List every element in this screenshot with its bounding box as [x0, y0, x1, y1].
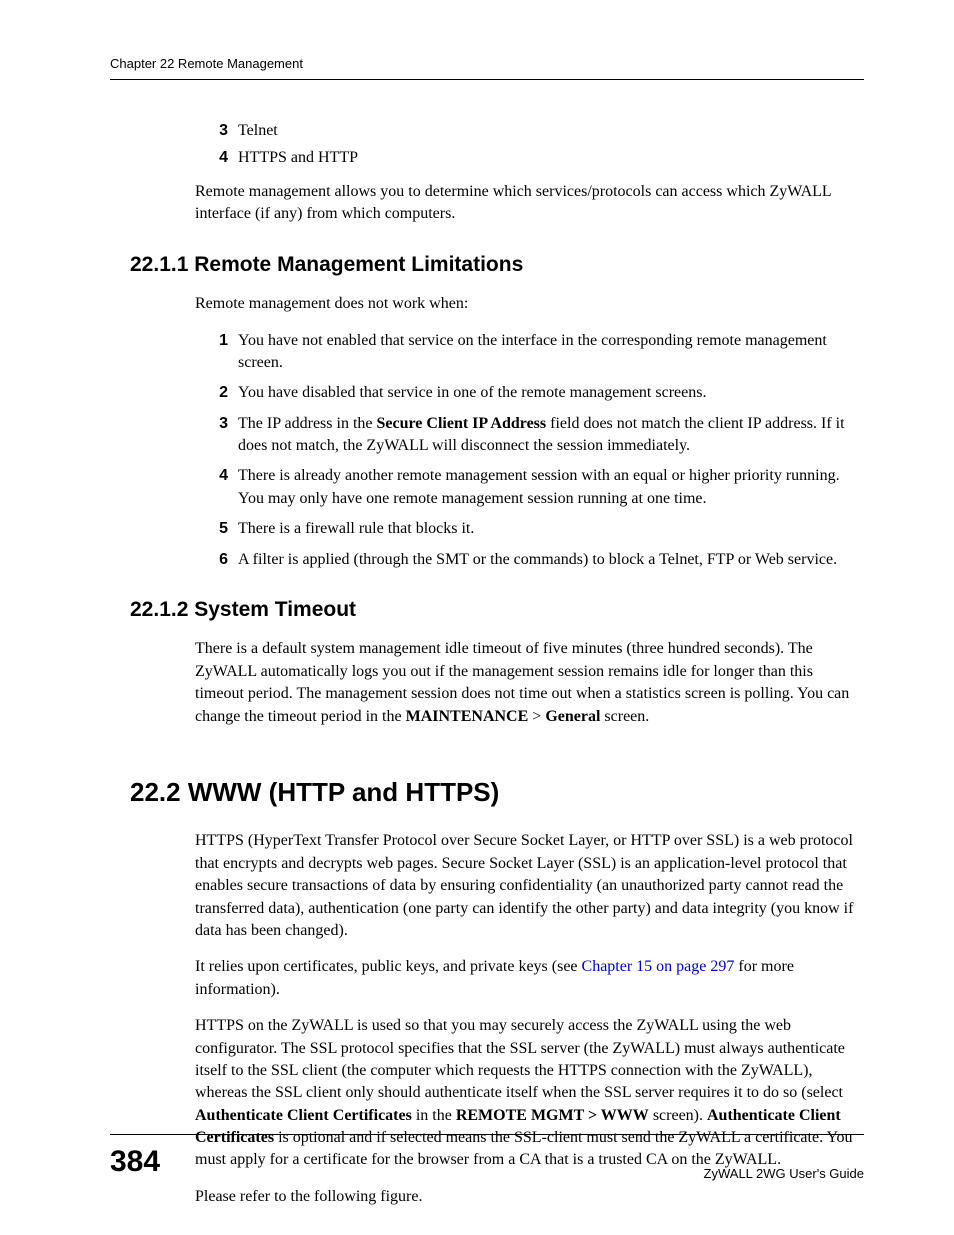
list-number: 4 — [210, 147, 238, 169]
bold-text: General — [545, 708, 600, 725]
subsection-22-1-2-heading: 22.1.2 System Timeout — [130, 595, 864, 624]
www-paragraph-1: HTTPS (HyperText Transfer Protocol over … — [195, 830, 864, 942]
list-item: 4 There is already another remote manage… — [210, 465, 864, 510]
list-number: 3 — [210, 413, 238, 458]
intro-paragraph: Remote management allows you to determin… — [195, 181, 864, 226]
chapter-header: Chapter 22 Remote Management — [110, 55, 864, 80]
page-footer: 384 ZyWALL 2WG User's Guide — [110, 1134, 864, 1183]
list-number: 6 — [210, 549, 238, 571]
www-paragraph-4: Please refer to the following figure. — [195, 1186, 864, 1208]
list-item: 4 HTTPS and HTTP — [210, 147, 864, 169]
list-item: 5 There is a firewall rule that blocks i… — [210, 518, 864, 540]
page-number: 384 — [110, 1141, 160, 1183]
www-paragraph-2: It relies upon certificates, public keys… — [195, 956, 864, 1001]
timeout-paragraph: There is a default system management idl… — [195, 638, 864, 728]
section-22-2-heading: 22.2 WWW (HTTP and HTTPS) — [130, 774, 864, 810]
list-text: Telnet — [238, 120, 864, 142]
list-item: 1 You have not enabled that service on t… — [210, 330, 864, 375]
bold-text: Secure Client IP Address — [376, 415, 546, 432]
bold-text: Authenticate Client Certificates — [195, 1107, 412, 1124]
list-text: There is already another remote manageme… — [238, 465, 864, 510]
subsection-intro: Remote management does not work when: — [195, 293, 864, 315]
subsection-22-1-1-heading: 22.1.1 Remote Management Limitations — [130, 250, 864, 279]
chapter-link[interactable]: Chapter 15 on page 297 — [582, 958, 735, 975]
limitations-list: 1 You have not enabled that service on t… — [210, 330, 864, 572]
list-number: 1 — [210, 330, 238, 375]
list-text: A filter is applied (through the SMT or … — [238, 549, 864, 571]
list-text: You have disabled that service in one of… — [238, 382, 864, 404]
list-item: 2 You have disabled that service in one … — [210, 382, 864, 404]
list-text: HTTPS and HTTP — [238, 147, 864, 169]
bold-text: MAINTENANCE — [406, 708, 529, 725]
list-text: You have not enabled that service on the… — [238, 330, 864, 375]
list-number: 2 — [210, 382, 238, 404]
list-item: 3 Telnet — [210, 120, 864, 142]
guide-name: ZyWALL 2WG User's Guide — [704, 1165, 864, 1183]
bold-text: REMOTE MGMT > WWW — [456, 1107, 649, 1124]
list-item: 3 The IP address in the Secure Client IP… — [210, 413, 864, 458]
list-number: 5 — [210, 518, 238, 540]
list-number: 3 — [210, 120, 238, 142]
list-item: 6 A filter is applied (through the SMT o… — [210, 549, 864, 571]
continued-list: 3 Telnet 4 HTTPS and HTTP — [210, 120, 864, 169]
list-number: 4 — [210, 465, 238, 510]
list-text: The IP address in the Secure Client IP A… — [238, 413, 864, 458]
list-text: There is a firewall rule that blocks it. — [238, 518, 864, 540]
